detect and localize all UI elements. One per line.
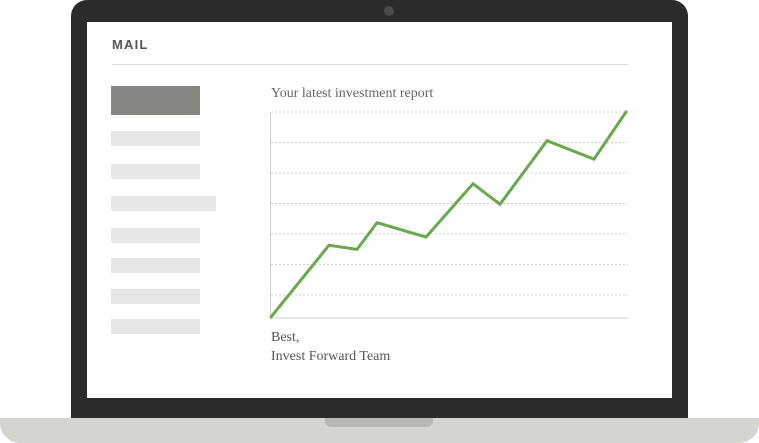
report-heading: Your latest investment report	[271, 86, 434, 101]
sidebar-item[interactable]	[111, 131, 200, 146]
header-divider	[112, 64, 628, 65]
chart-gridlines	[271, 111, 628, 296]
sidebar-item-selected[interactable]	[111, 86, 200, 115]
sidebar-item[interactable]	[111, 196, 216, 211]
signoff-line-2: Invest Forward Team	[271, 349, 391, 364]
webcam-icon	[384, 6, 394, 16]
sidebar-item[interactable]	[111, 228, 200, 243]
investment-line-chart	[269, 110, 628, 319]
signoff-line-1: Best,	[271, 330, 300, 345]
sidebar-item[interactable]	[111, 319, 200, 334]
sidebar-item[interactable]	[111, 164, 200, 179]
sidebar-item[interactable]	[111, 289, 200, 304]
sidebar-item[interactable]	[111, 258, 200, 273]
signoff: Best, Invest Forward Team	[271, 328, 390, 366]
app-title: MAIL	[112, 37, 149, 52]
laptop-notch	[325, 418, 433, 427]
